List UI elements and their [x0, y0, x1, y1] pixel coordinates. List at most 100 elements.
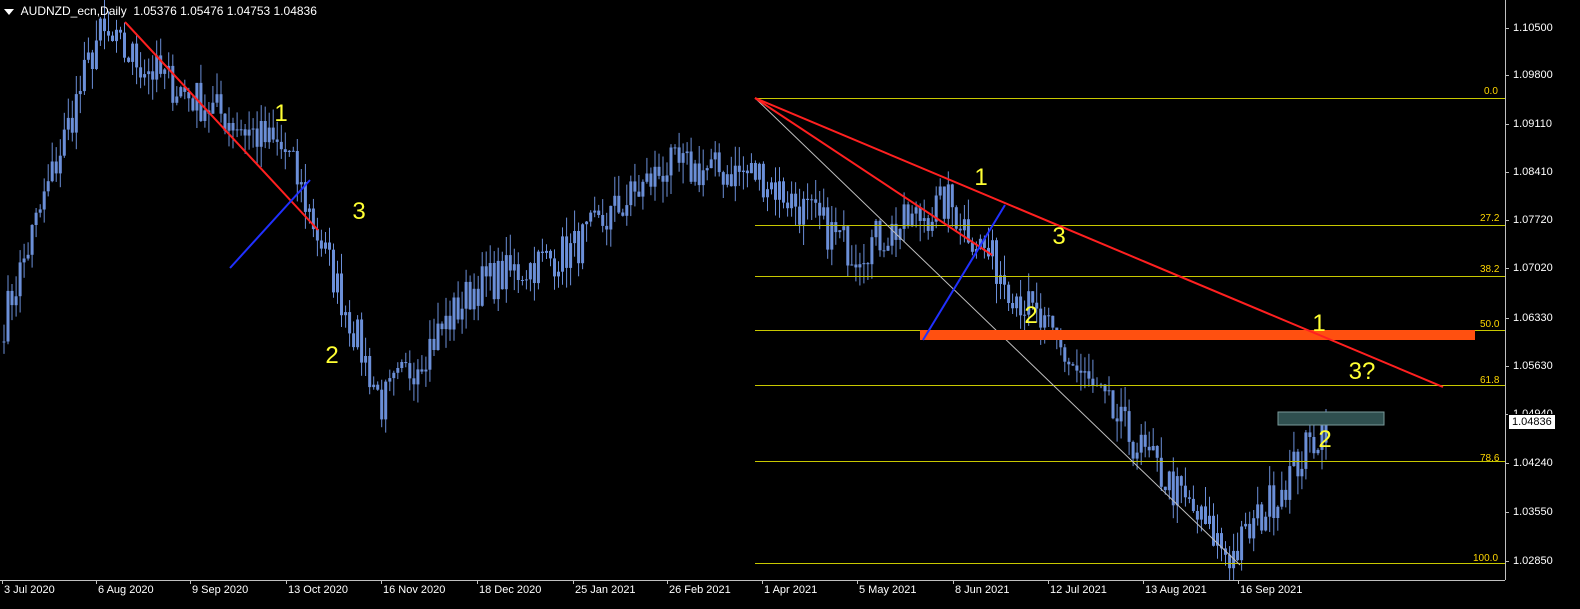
dropdown-triangle-icon[interactable]: [4, 8, 14, 15]
candle-body: [830, 222, 834, 250]
candle-body: [1143, 434, 1147, 447]
candle-body: [733, 165, 737, 187]
candle-body: [806, 198, 810, 200]
candle-body: [1063, 347, 1067, 362]
candle-body: [930, 221, 934, 231]
date-label: 1 Apr 2021: [764, 584, 818, 596]
candle-body: [970, 242, 974, 252]
chart-title: AUDNZD_ecn,Daily 1.05376 1.05476 1.04753…: [4, 4, 317, 18]
candle-body: [770, 182, 773, 190]
candle-body: [259, 121, 263, 147]
candle-body: [70, 117, 74, 133]
candle-body: [460, 308, 464, 320]
candle-body: [834, 222, 838, 233]
fib-label-38-2: 38.2: [1480, 264, 1500, 275]
candle-body: [215, 94, 219, 103]
candle-body: [267, 127, 271, 143]
candle-body: [1212, 515, 1215, 546]
target-zone[interactable]: [1277, 411, 1385, 426]
candle-body: [681, 153, 685, 163]
trendline-blue-1[interactable]: [229, 179, 311, 269]
candle-body: [115, 29, 118, 42]
candle-body: [532, 263, 536, 283]
candle-body: [34, 212, 38, 225]
candle-body: [946, 184, 950, 219]
candle-body: [1131, 441, 1135, 459]
candle-body: [866, 263, 870, 265]
chart-area[interactable]: AUDNZD_ecn,Daily 1.05376 1.05476 1.04753…: [0, 0, 1505, 580]
candle-body: [2, 341, 6, 343]
candle-body: [1308, 432, 1312, 437]
candle-body: [42, 191, 46, 210]
date-label: 5 May 2021: [859, 584, 917, 596]
candle-body: [729, 174, 733, 187]
price-label-5: 1.07720: [1513, 214, 1553, 226]
candle-body: [573, 231, 577, 244]
resistance-zone[interactable]: [920, 330, 1475, 340]
candle-body: [597, 210, 601, 215]
candle-body: [1039, 308, 1043, 328]
date-label: 16 Nov 2020: [383, 584, 446, 596]
candle-body: [561, 236, 564, 272]
wave-label-3-a: 3: [352, 198, 366, 225]
candle-body: [1284, 489, 1288, 500]
candle-body: [299, 182, 303, 185]
candle-body: [918, 207, 922, 221]
candle-body: [1248, 523, 1252, 539]
candle-body: [1091, 378, 1095, 386]
candle-body: [854, 264, 858, 268]
candle-body: [1276, 506, 1280, 518]
candle-body: [1256, 504, 1260, 519]
price-scale[interactable]: [1505, 0, 1580, 580]
candle-body: [1296, 451, 1300, 477]
candle-body: [163, 69, 167, 74]
candle-body: [336, 273, 339, 293]
candle-body: [520, 280, 524, 281]
candle-body: [480, 266, 484, 306]
candle-body: [906, 204, 910, 227]
candle-body: [315, 229, 319, 241]
candle-body: [581, 224, 585, 264]
candle-body: [914, 207, 918, 214]
candle-body: [778, 181, 781, 200]
candle-body: [476, 288, 480, 306]
candle-body: [633, 181, 637, 192]
candle-body: [504, 255, 508, 290]
candle-body: [942, 186, 946, 219]
candle-body: [368, 356, 372, 388]
candle-body: [62, 129, 66, 156]
candle-body: [810, 199, 814, 201]
candle-body: [1175, 476, 1179, 506]
candle-body: [753, 163, 757, 180]
candle-body: [757, 163, 761, 180]
candle-body: [661, 175, 665, 182]
ohlc-values: 1.05376 1.05476 1.04753 1.04836: [133, 4, 317, 18]
candle-body: [283, 149, 287, 152]
chart-canvas[interactable]: [0, 0, 1505, 580]
candle-body: [151, 71, 155, 80]
candle-body: [1240, 526, 1244, 561]
candle-body: [404, 362, 408, 364]
candle-body: [589, 212, 593, 222]
candle-body: [6, 290, 10, 342]
candle-body: [38, 209, 42, 213]
trendline-red-2[interactable]: [754, 97, 993, 256]
candle-body: [1135, 452, 1139, 459]
trendline-red-3[interactable]: [754, 97, 1444, 388]
candle-body: [424, 369, 428, 372]
candle-body: [376, 384, 380, 390]
candle-body: [782, 181, 785, 203]
candle-body: [247, 129, 251, 136]
fib-label-27-2: 27.2: [1480, 213, 1500, 224]
candle-body: [1244, 523, 1248, 527]
trendline-red-1[interactable]: [124, 21, 319, 231]
candle-body: [348, 312, 352, 334]
candle-body: [219, 94, 223, 114]
candle-body: [798, 206, 802, 225]
candle-body: [725, 174, 729, 185]
candle-body: [685, 151, 689, 154]
wave-label-2-c: 2: [1318, 426, 1332, 453]
candle-body: [870, 237, 874, 265]
candle-body: [745, 170, 749, 174]
wave-label-2-a: 2: [325, 342, 339, 369]
